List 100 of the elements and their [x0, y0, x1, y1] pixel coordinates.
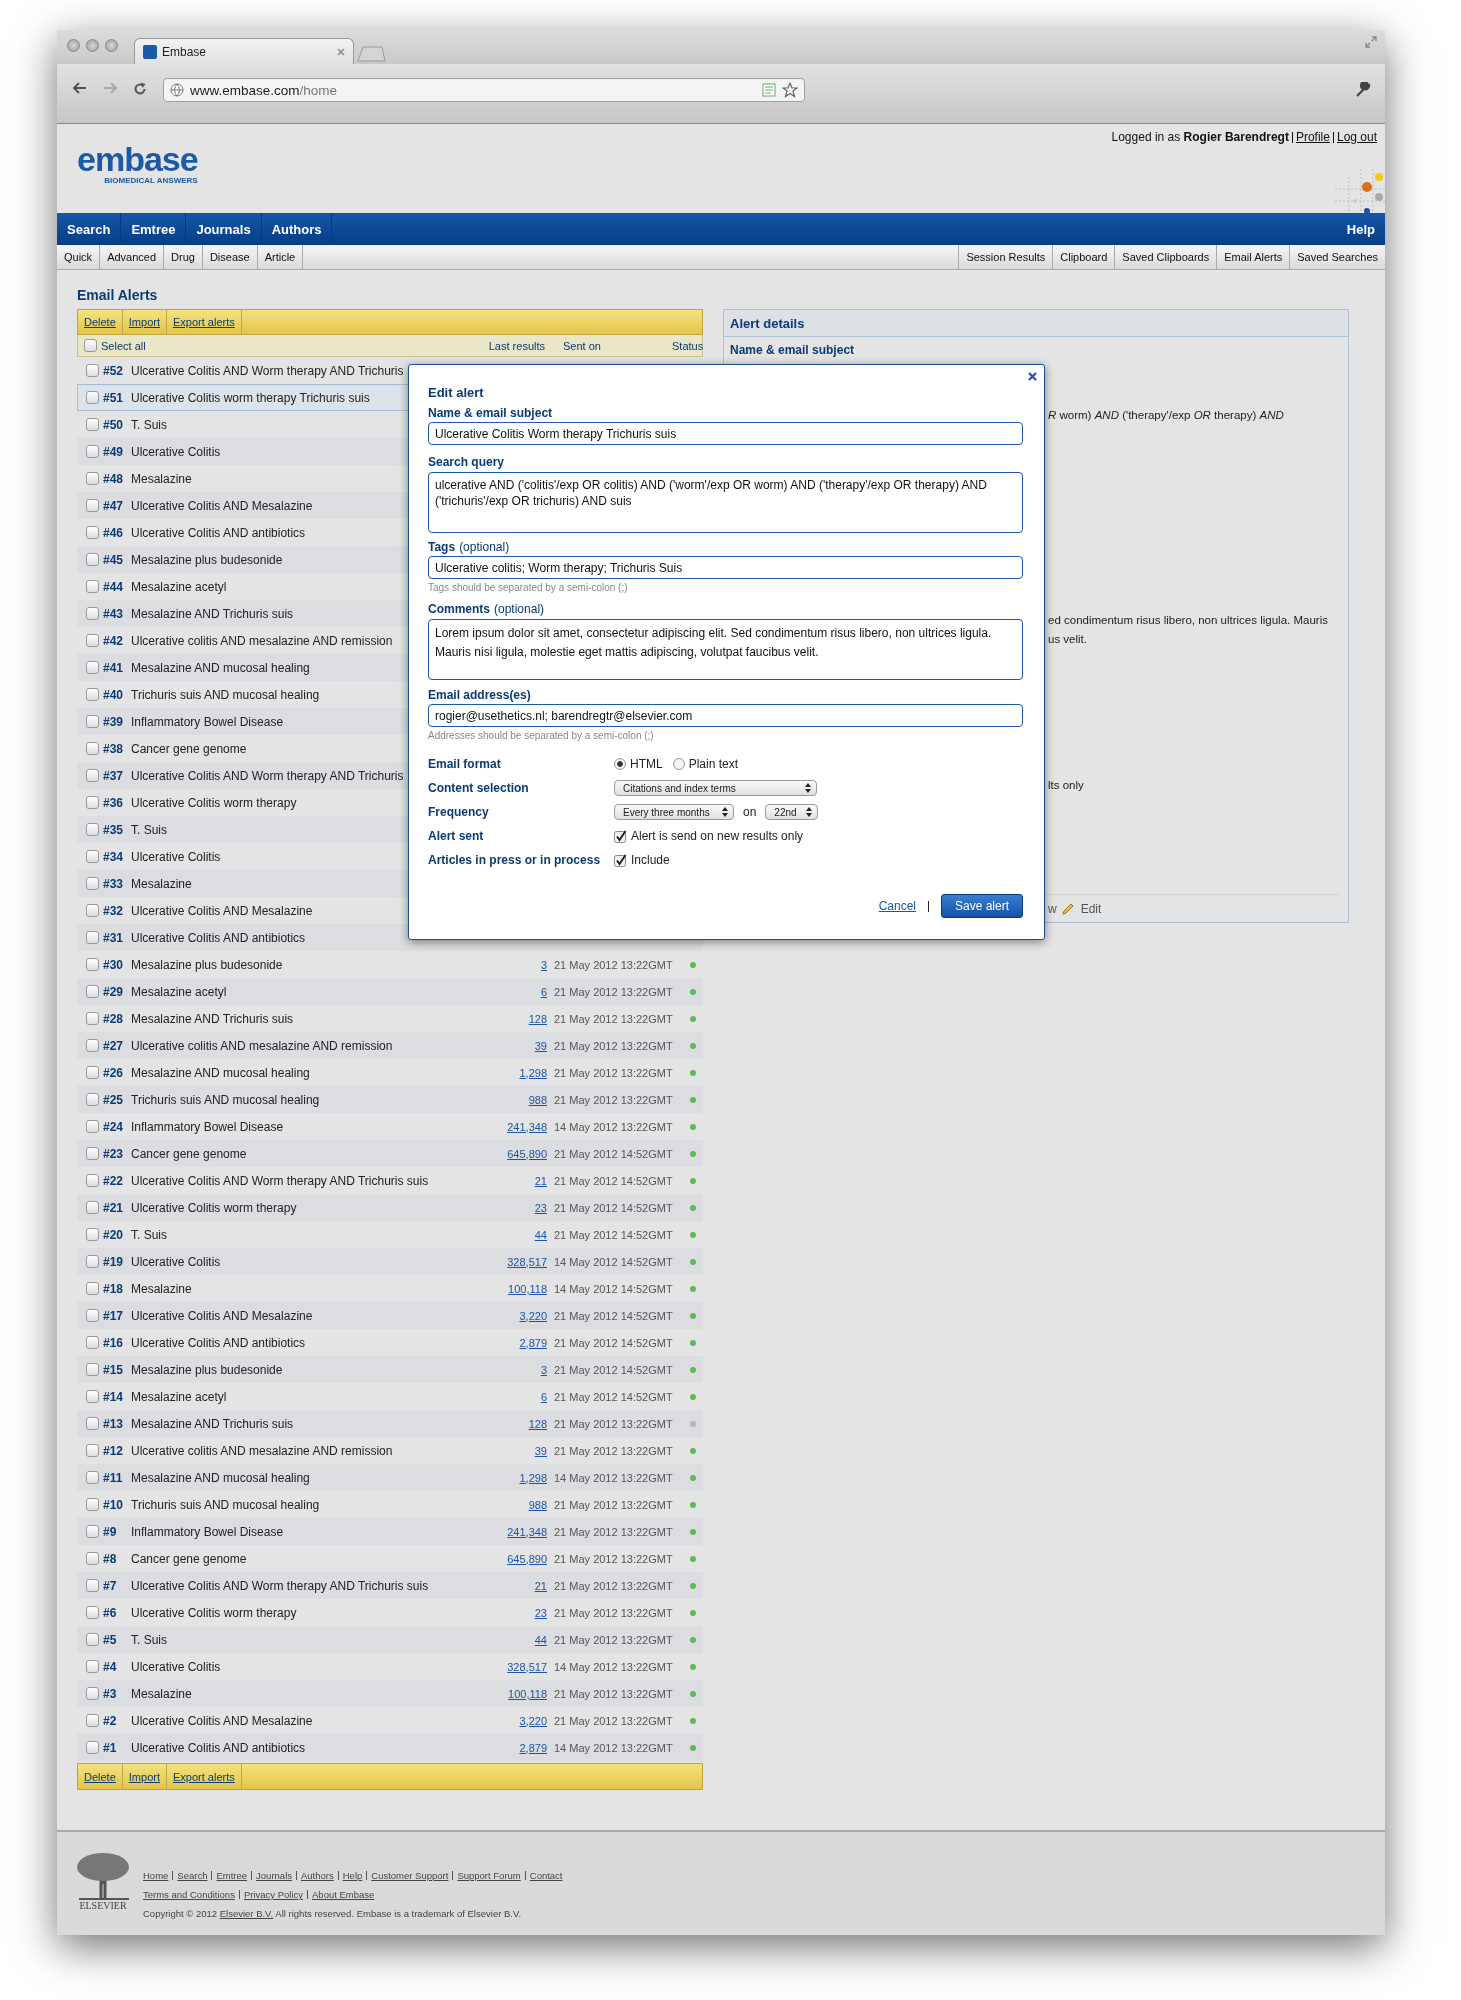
checkbox[interactable] — [614, 853, 627, 867]
alert-row[interactable]: #24 Inflammatory Bowel Disease 241,348 14 May 2012 13:22GMT — [77, 1113, 703, 1140]
row-checkbox[interactable] — [86, 580, 99, 593]
toolbar-link[interactable]: Export alerts — [167, 1764, 242, 1789]
row-checkbox[interactable] — [86, 1147, 99, 1160]
preview-link[interactable]: w — [1048, 902, 1057, 916]
cancel-link[interactable]: Cancel — [878, 899, 916, 913]
copyright-link[interactable]: Elsevier B.V. — [219, 1908, 274, 1919]
results-link[interactable]: 23 — [534, 1201, 547, 1214]
alert-row[interactable]: #29 Mesalazine acetyl 6 21 May 2012 13:22GMT — [77, 978, 703, 1005]
row-checkbox[interactable] — [86, 634, 99, 647]
footer-link[interactable]: About Embase — [312, 1885, 375, 1904]
footer-link[interactable]: Search — [177, 1866, 208, 1885]
results-link[interactable]: 3 — [540, 1363, 547, 1376]
row-checkbox[interactable] — [86, 1201, 99, 1214]
text-field[interactable]: Ulcerative Colitis Worm therapy Trichuris suis — [428, 422, 1023, 445]
save-button[interactable]: Save alert — [941, 894, 1023, 918]
results-link[interactable]: 39 — [534, 1039, 547, 1052]
row-checkbox[interactable] — [86, 1471, 99, 1484]
subnav-link[interactable]: Saved Searches — [1289, 245, 1385, 269]
results-link[interactable]: 241,348 — [507, 1525, 547, 1538]
account-link[interactable]: Profile — [1295, 130, 1330, 144]
alert-row[interactable]: #19 Ulcerative Colitis 328,517 14 May 2012 14:52GMT — [77, 1248, 703, 1275]
footer-link[interactable]: Help — [342, 1866, 363, 1885]
results-link[interactable]: 988 — [528, 1093, 547, 1106]
checkbox[interactable] — [614, 829, 627, 843]
fullscreen-icon[interactable] — [1365, 36, 1377, 48]
radio-button[interactable] — [614, 758, 626, 770]
footer-link[interactable]: Terms and Conditions — [143, 1885, 235, 1904]
text-field[interactable]: rogier@usethetics.nl; barendregtr@elsevier.com — [428, 704, 1023, 727]
row-checkbox[interactable] — [86, 1336, 99, 1349]
row-checkbox[interactable] — [86, 499, 99, 512]
alert-row[interactable]: #20 T. Suis 44 21 May 2012 14:52GMT — [77, 1221, 703, 1248]
footer-link[interactable]: Customer Support — [371, 1866, 449, 1885]
search-type-tab[interactable]: Drug — [164, 245, 203, 269]
subnav-link[interactable]: Clipboard — [1052, 245, 1115, 269]
alert-row[interactable]: #7 Ulcerative Colitis AND Worm therapy AND Trichuris suis 21 21 May 2012 13:22GMT — [77, 1572, 703, 1599]
results-link[interactable]: 21 — [534, 1579, 547, 1592]
row-checkbox[interactable] — [86, 1552, 99, 1565]
new-tab-icon[interactable] — [356, 46, 386, 62]
alert-row[interactable]: #27 Ulcerative colitis AND mesalazine AND remission 39 21 May 2012 13:22GMT — [77, 1032, 703, 1059]
dropdown[interactable]: 22nd — [765, 804, 819, 820]
results-link[interactable]: 6 — [540, 985, 547, 998]
alert-row[interactable]: #6 Ulcerative Colitis worm therapy 23 21 May 2012 13:22GMT — [77, 1599, 703, 1626]
dropdown[interactable]: Every three months — [614, 804, 734, 820]
alert-row[interactable]: #5 T. Suis 44 21 May 2012 13:22GMT — [77, 1626, 703, 1653]
results-link[interactable]: 44 — [534, 1228, 547, 1241]
row-checkbox[interactable] — [86, 1120, 99, 1133]
row-checkbox[interactable] — [86, 1039, 99, 1052]
alert-row[interactable]: #30 Mesalazine plus budesonide 3 21 May 2012 13:22GMT — [77, 951, 703, 978]
checkbox-label[interactable]: Include — [631, 853, 670, 867]
alert-row[interactable]: #32 Ulcerative Colitis AND Mesalazine — [77, 897, 703, 924]
row-checkbox[interactable] — [86, 1066, 99, 1079]
alert-row[interactable]: #17 Ulcerative Colitis AND Mesalazine 3,220 21 May 2012 14:52GMT — [77, 1302, 703, 1329]
toolbar-link[interactable]: Import — [122, 1764, 167, 1789]
toolbar-link[interactable]: Delete — [78, 310, 123, 334]
row-checkbox[interactable] — [86, 904, 99, 917]
select-all-label[interactable]: Select all — [101, 339, 485, 352]
results-link[interactable]: 100,118 — [508, 1282, 547, 1295]
footer-link[interactable]: Support Forum — [457, 1866, 521, 1885]
results-link[interactable]: 44 — [534, 1633, 547, 1646]
alert-row[interactable]: #8 Cancer gene genome 645,890 21 May 2012 13:22GMT — [77, 1545, 703, 1572]
row-checkbox[interactable] — [86, 1282, 99, 1295]
row-checkbox[interactable] — [86, 364, 99, 377]
dropdown[interactable]: Citations and index terms — [614, 780, 817, 796]
reload-icon[interactable] — [133, 82, 147, 96]
minimize-window-icon[interactable] — [86, 39, 99, 52]
footer-link[interactable]: Contact — [529, 1866, 563, 1885]
results-link[interactable]: 2,879 — [519, 1741, 547, 1754]
row-checkbox[interactable] — [86, 931, 99, 944]
subnav-link[interactable]: Email Alerts — [1216, 245, 1290, 269]
help-link[interactable]: Help — [1336, 213, 1385, 245]
alert-row[interactable]: #3 Mesalazine 100,118 21 May 2012 13:22GMT — [77, 1680, 703, 1707]
footer-link[interactable]: Journals — [256, 1866, 292, 1885]
address-bar[interactable]: www.embase.com/home — [163, 78, 805, 102]
row-checkbox[interactable] — [86, 553, 99, 566]
back-icon[interactable] — [73, 82, 87, 94]
row-checkbox[interactable] — [86, 823, 99, 836]
site-logo[interactable]: embase — [77, 140, 198, 178]
row-checkbox[interactable] — [86, 1498, 99, 1511]
row-checkbox[interactable] — [86, 472, 99, 485]
row-checkbox[interactable] — [86, 445, 99, 458]
row-checkbox[interactable] — [86, 1417, 99, 1430]
alert-row[interactable]: #15 Mesalazine plus budesonide 3 21 May 2012 14:52GMT — [77, 1356, 703, 1383]
results-link[interactable]: 39 — [534, 1444, 547, 1457]
results-link[interactable]: 6 — [540, 1390, 547, 1403]
row-checkbox[interactable] — [86, 958, 99, 971]
results-link[interactable]: 328,517 — [507, 1660, 547, 1673]
alert-row[interactable]: #18 Mesalazine 100,118 14 May 2012 14:52GMT — [77, 1275, 703, 1302]
alert-row[interactable]: #12 Ulcerative colitis AND mesalazine AND remission 39 21 May 2012 13:22GMT — [77, 1437, 703, 1464]
subnav-link[interactable]: Saved Clipboards — [1114, 245, 1217, 269]
alert-row[interactable]: #23 Cancer gene genome 645,890 21 May 2012 14:52GMT — [77, 1140, 703, 1167]
row-checkbox[interactable] — [86, 1228, 99, 1241]
row-checkbox[interactable] — [86, 742, 99, 755]
search-type-tab[interactable]: Quick — [57, 245, 101, 269]
results-link[interactable]: 645,890 — [507, 1147, 547, 1160]
row-checkbox[interactable] — [86, 877, 99, 890]
results-link[interactable]: 23 — [534, 1606, 547, 1619]
row-checkbox[interactable] — [86, 1579, 99, 1592]
results-link[interactable]: 21 — [534, 1174, 547, 1187]
